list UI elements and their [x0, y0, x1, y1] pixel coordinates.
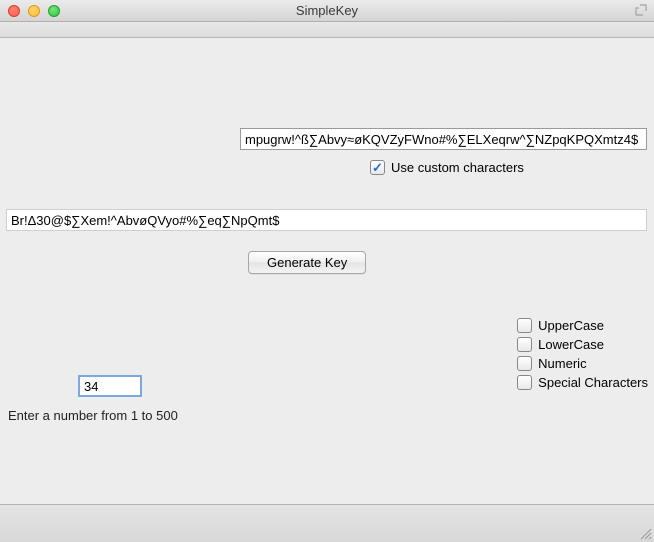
uppercase-label: UpperCase [538, 318, 604, 333]
window-footer [0, 504, 654, 542]
option-lowercase: LowerCase [517, 337, 648, 352]
numeric-label: Numeric [538, 356, 586, 371]
option-numeric: Numeric [517, 356, 648, 371]
generated-key-output[interactable] [6, 209, 647, 231]
window-title: SimpleKey [0, 3, 654, 18]
content-area: Use custom characters Generate Key Upper… [0, 38, 654, 500]
option-special: Special Characters [517, 375, 648, 390]
zoom-icon[interactable] [48, 5, 60, 17]
use-custom-characters-row: Use custom characters [370, 160, 524, 175]
generate-key-button[interactable]: Generate Key [248, 251, 366, 274]
window-titlebar: SimpleKey [0, 0, 654, 22]
length-input[interactable] [78, 375, 142, 397]
character-options: UpperCase LowerCase Numeric Special Char… [517, 318, 648, 390]
traffic-lights [0, 5, 60, 17]
use-custom-characters-checkbox[interactable] [370, 160, 385, 175]
minimize-icon[interactable] [28, 5, 40, 17]
resize-grip-icon[interactable] [638, 526, 652, 540]
use-custom-characters-label: Use custom characters [391, 160, 524, 175]
maximize-icon[interactable] [634, 3, 648, 17]
option-uppercase: UpperCase [517, 318, 648, 333]
lowercase-label: LowerCase [538, 337, 604, 352]
special-characters-label: Special Characters [538, 375, 648, 390]
custom-characters-input[interactable] [240, 128, 647, 150]
length-hint-label: Enter a number from 1 to 500 [8, 408, 178, 423]
uppercase-checkbox[interactable] [517, 318, 532, 333]
toolbar-strip [0, 22, 654, 38]
numeric-checkbox[interactable] [517, 356, 532, 371]
special-characters-checkbox[interactable] [517, 375, 532, 390]
close-icon[interactable] [8, 5, 20, 17]
lowercase-checkbox[interactable] [517, 337, 532, 352]
